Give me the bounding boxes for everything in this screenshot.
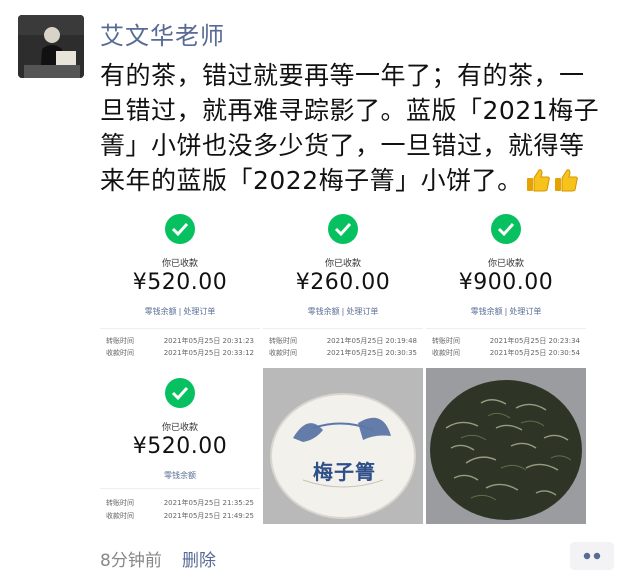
divider <box>263 328 423 329</box>
post-line: 来年的蓝版「2022梅子箐」小饼了。 <box>100 166 523 195</box>
balance-link[interactable]: 零钱余额 <box>145 307 177 316</box>
receipt-links: 零钱余额 | 处理订单 <box>144 307 216 316</box>
check-icon <box>491 214 521 244</box>
author-name[interactable]: 艾文华老师 <box>100 16 225 51</box>
check-icon <box>328 214 358 244</box>
post-line: 有的茶，错过就要再等一年了；有的茶，一 <box>100 61 585 90</box>
delete-button[interactable]: 删除 <box>182 546 216 571</box>
transfer-time-row: 转账时间 2021年05月25日 20:31:23 <box>106 337 254 345</box>
check-icon <box>165 378 195 408</box>
transfer-time-row: 转账时间 2021年05月25日 20:19:48 <box>269 337 417 345</box>
payment-receipt[interactable]: 你已收款 ¥520.00 零钱余额 转账时间 2021年05月25日 21:35:… <box>100 364 260 526</box>
post-line: 旦错过，就再难寻踪影了。蓝版「2021梅子 <box>100 96 600 125</box>
divider <box>100 328 260 329</box>
transfer-time-row: 转账时间 2021年05月25日 20:23:34 <box>432 337 580 345</box>
receipt-links: 零钱余额 | 处理订单 <box>307 307 379 316</box>
received-label: 你已收款 <box>324 259 361 269</box>
amount: ¥260.00 <box>295 270 391 295</box>
received-label: 你已收款 <box>161 423 198 433</box>
order-link[interactable]: 处理订单 <box>183 307 215 316</box>
post-line: 箐」小饼也没多少货了，一旦错过，就得等 <box>100 131 585 160</box>
order-link[interactable]: 处理订单 <box>509 307 541 316</box>
receive-time-row: 收款时间 2021年05月25日 21:49:25 <box>106 512 254 520</box>
receipt-links: 零钱余额 | 处理订单 <box>470 307 542 316</box>
receive-time-row: 收款时间 2021年05月25日 20:30:54 <box>432 349 580 357</box>
balance-link[interactable]: 零钱余额 <box>164 471 196 480</box>
amount: ¥520.00 <box>132 270 228 295</box>
balance-link[interactable]: 零钱余额 <box>471 307 503 316</box>
received-label: 你已收款 <box>161 259 198 269</box>
received-label: 你已收款 <box>487 259 524 269</box>
receive-time-row: 收款时间 2021年05月25日 20:30:35 <box>269 349 417 357</box>
post-line-last: 来年的蓝版「2022梅子箐」小饼了。 <box>100 163 620 198</box>
thumbs-up-icon <box>553 167 579 193</box>
divider <box>426 328 586 329</box>
payment-receipt[interactable]: 你已收款 ¥520.00 零钱余额 | 处理订单 转账时间 2021年05月25日 2… <box>100 200 260 362</box>
balance-link[interactable]: 零钱余额 <box>308 307 340 316</box>
amount: ¥520.00 <box>132 434 228 459</box>
order-link[interactable]: 处理订单 <box>346 307 378 316</box>
check-icon <box>165 214 195 244</box>
tea-cake-wrapped-photo[interactable]: 梅子箐 <box>263 368 423 524</box>
post-time: 8分钟前 <box>100 551 162 571</box>
tea-cake-leaf-photo[interactable] <box>426 368 586 524</box>
divider <box>100 488 260 489</box>
receive-time-row: 收款时间 2021年05月25日 20:33:12 <box>106 349 254 357</box>
receipt-links: 零钱余额 <box>100 470 260 481</box>
post-text: 有的茶，错过就要再等一年了；有的茶，一 旦错过，就再难寻踪影了。蓝版「2021梅… <box>100 58 620 198</box>
tea-cake-label: 梅子箐 <box>313 460 376 484</box>
avatar[interactable] <box>18 15 84 78</box>
payment-receipt[interactable]: 你已收款 ¥260.00 零钱余额 | 处理订单 转账时间 2021年05月25日 2… <box>263 200 423 362</box>
amount: ¥900.00 <box>458 270 554 295</box>
thumbs-up-icon <box>525 167 551 193</box>
transfer-time-row: 转账时间 2021年05月25日 21:35:25 <box>106 499 254 507</box>
more-dots-icon[interactable] <box>570 542 614 570</box>
payment-receipt[interactable]: 你已收款 ¥900.00 零钱余额 | 处理订单 转账时间 2021年05月25日 2… <box>426 200 586 362</box>
